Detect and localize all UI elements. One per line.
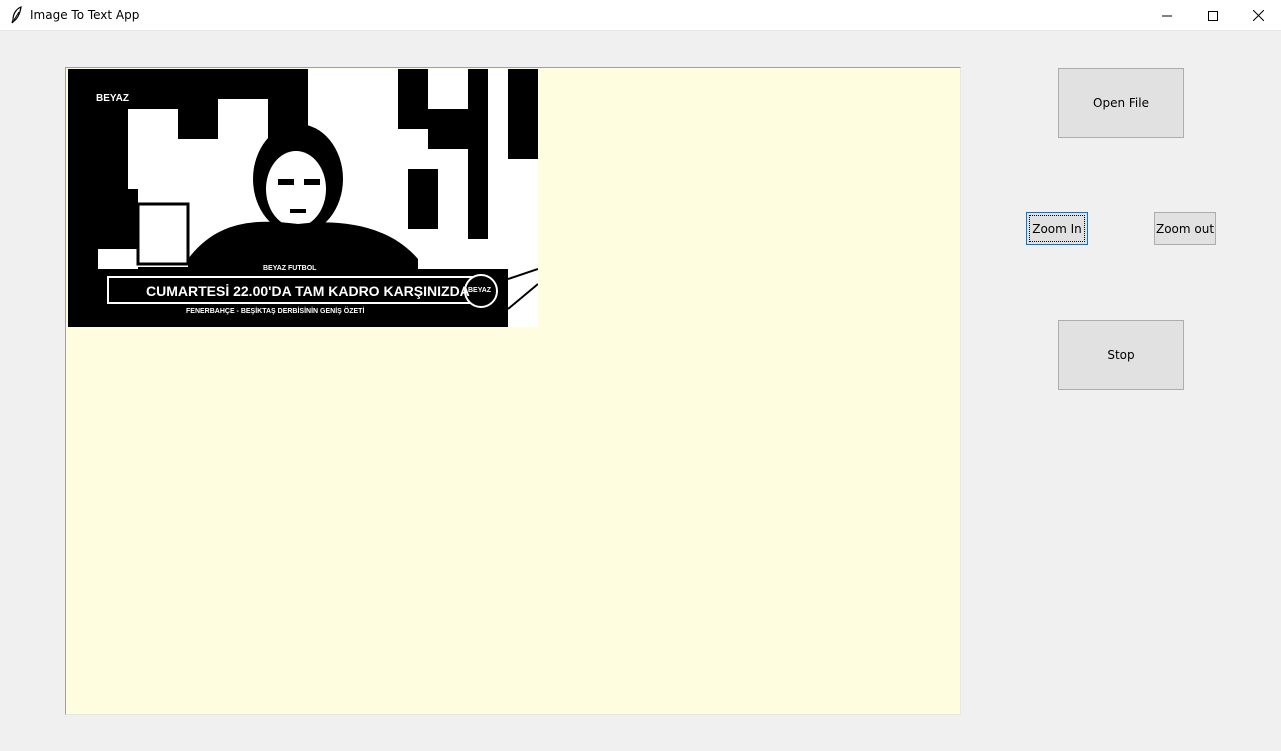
loaded-image: BEYAZ BEYAZ FUTBOL /beyazfutbol CUMARTES… [68,69,538,327]
window-title: Image To Text App [30,8,140,22]
title-bar: Image To Text App [0,0,1281,31]
close-icon [1252,10,1264,21]
zoom-in-button[interactable]: Zoom In [1026,212,1088,245]
handle-text: /beyazfutbol [368,253,409,260]
zoom-out-button[interactable]: Zoom out [1154,212,1216,245]
badge-text: BEYAZ [468,287,492,294]
program-text: BEYAZ FUTBOL [263,265,317,272]
minimize-icon [1162,15,1172,16]
minimize-button[interactable] [1144,0,1190,31]
close-button[interactable] [1235,0,1281,31]
maximize-button[interactable] [1190,0,1236,31]
image-canvas[interactable]: BEYAZ BEYAZ FUTBOL /beyazfutbol CUMARTES… [65,67,961,715]
open-file-button[interactable]: Open File [1058,68,1184,138]
stop-button[interactable]: Stop [1058,320,1184,390]
logo-text: BEYAZ [96,93,129,104]
subline-text: FENERBAHÇE - BEŞİKTAŞ DERBİSİNİN GENİŞ Ö… [186,308,365,315]
maximize-icon [1208,10,1218,21]
feather-icon [11,6,22,24]
headline-text: CUMARTESİ 22.00'DA TAM KADRO KARŞINIZDA [146,283,470,299]
